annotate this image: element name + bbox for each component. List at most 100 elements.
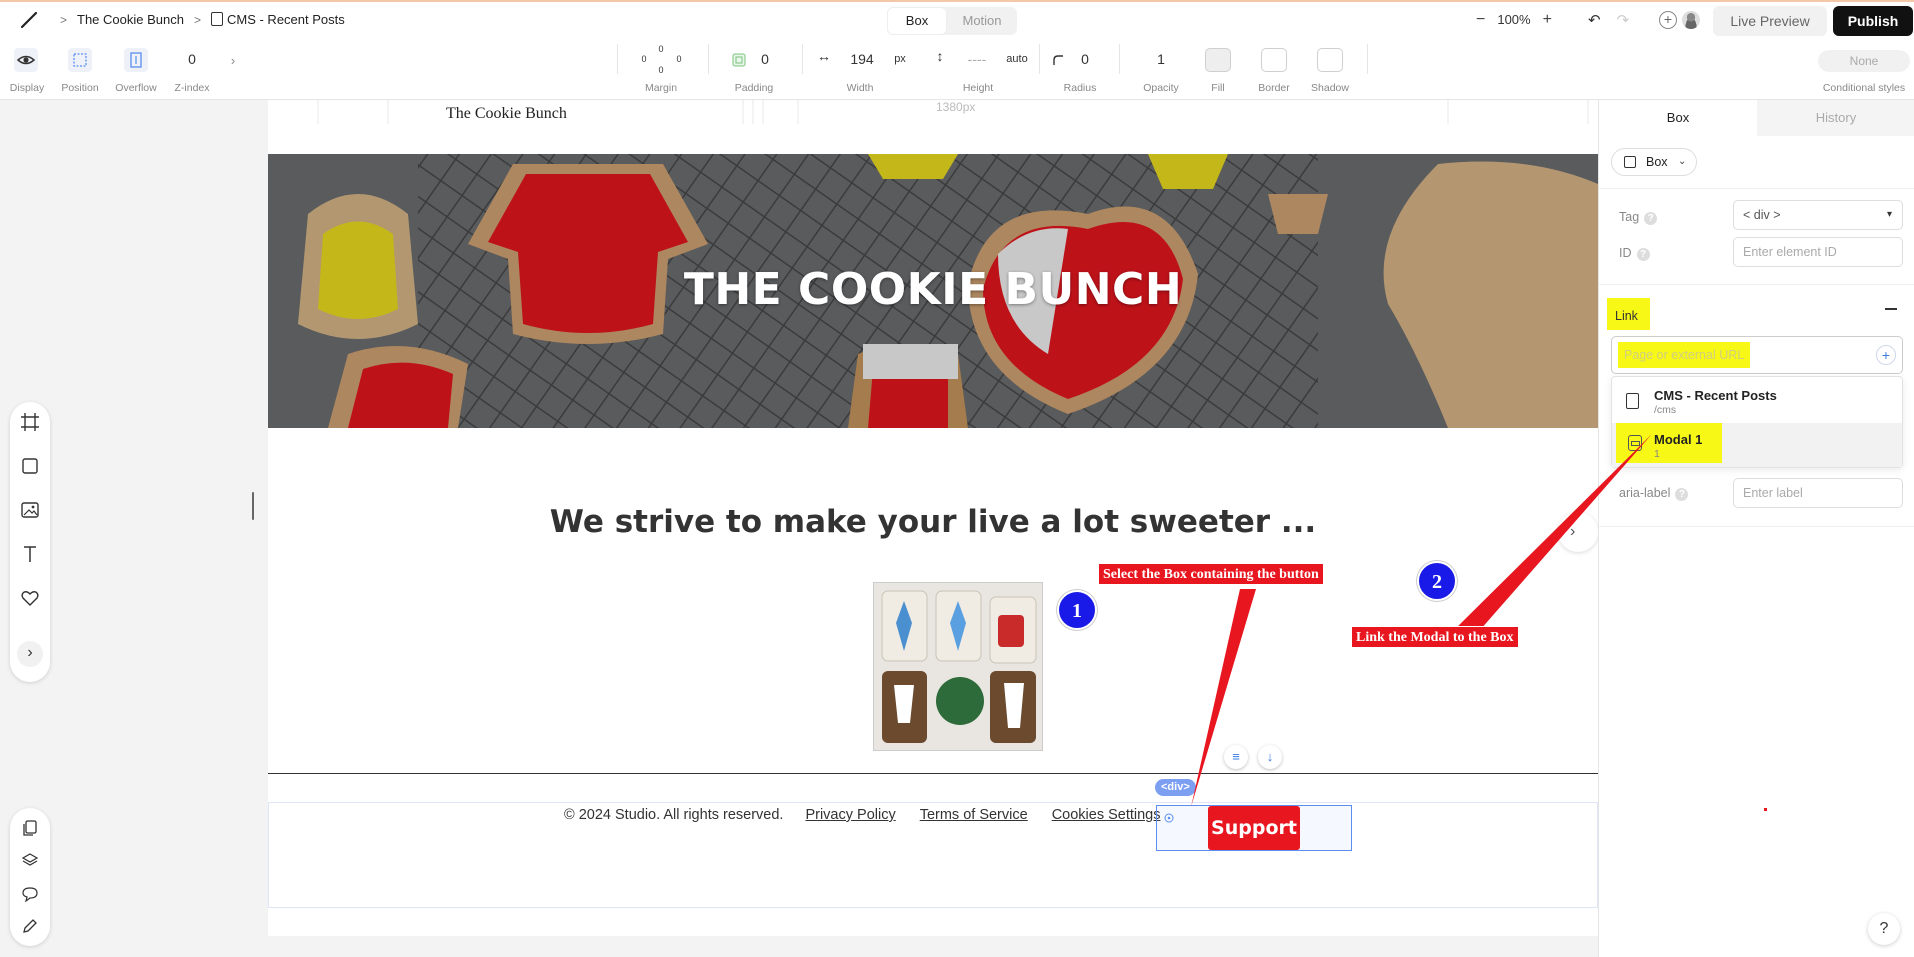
width-value[interactable]: 194 [850,51,873,67]
link-option-cms[interactable]: CMS - Recent Posts /cms [1612,379,1902,423]
breadcrumb-site[interactable]: The Cookie Bunch [77,12,184,27]
help-icon[interactable]: ? [1636,248,1650,261]
box-icon[interactable] [20,456,40,476]
position-label: Position [61,82,99,94]
divider [1599,526,1914,527]
step-1-label: Select the Box containing the button [1098,563,1324,585]
style-toolbar: Display Position Overflow 0 Z-index › 0 … [0,38,1914,100]
collapse-icon[interactable] [1885,308,1897,310]
tagline[interactable]: We strive to make your live a lot sweete… [268,504,1598,540]
edit-icon[interactable] [22,918,38,934]
divider [708,44,709,74]
overflow-label: Overflow [115,82,157,94]
help-icon[interactable]: ? [1675,488,1689,501]
hero-image[interactable]: THE COOKIE BUNCH [268,154,1598,428]
pen-logo-icon[interactable] [20,11,38,29]
margin-right[interactable]: 0 [676,54,681,64]
width-unit[interactable]: px [894,53,906,65]
layers-icon[interactable] [22,852,38,868]
chevron-right-icon[interactable]: › [1558,512,1598,552]
resize-handle[interactable] [252,492,254,520]
tab-motion[interactable]: Motion [947,7,1017,35]
element-id-input[interactable]: Enter element ID [1733,237,1903,267]
panel-tabs: Box History [1599,100,1914,136]
site-name[interactable]: The Cookie Bunch [446,105,567,123]
height-unit[interactable]: auto [1006,53,1027,65]
add-collaborator-icon[interactable]: + [1659,11,1677,29]
publish-button[interactable]: Publish [1833,6,1913,36]
zoom-in-button[interactable]: + [1543,11,1552,27]
eye-icon[interactable] [14,48,38,72]
chevron-right-icon: > [60,12,68,27]
text-icon[interactable] [20,544,40,564]
border-swatch[interactable] [1261,48,1287,72]
arrow-down-icon[interactable]: ↓ [1258,745,1282,769]
opacity-value[interactable]: 1 [1157,51,1165,67]
zoom-level[interactable]: 100% [1497,12,1530,27]
shadow-swatch[interactable] [1317,48,1343,72]
cookie-box-image[interactable] [873,582,1043,751]
page-icon [210,12,223,26]
caret-down-icon: ▾ [1886,209,1892,220]
expand-panel-button[interactable]: › [17,641,43,667]
chevron-right-icon[interactable]: › [231,53,235,68]
hero-title[interactable]: THE COOKIE BUNCH [268,264,1598,315]
tag-select[interactable]: < div > ▾ [1733,200,1903,230]
overflow-icon[interactable] [124,48,148,72]
aria-label-text: aria-label [1619,486,1671,500]
pages-icon[interactable] [22,820,38,836]
position-icon[interactable] [68,48,92,72]
terms-of-service-link[interactable]: Terms of Service [920,807,1028,823]
avatar[interactable] [1682,11,1700,29]
tab-box[interactable]: Box [887,7,947,35]
mode-tabs: Box Motion [887,7,1017,35]
tag-label-text: Tag [1619,210,1640,224]
live-preview-button[interactable]: Live Preview [1713,6,1827,36]
padding-value[interactable]: 0 [761,51,769,67]
element-actions: ≡ ↓ [1224,745,1282,769]
conditional-styles-label: Conditional styles [1822,82,1906,94]
frame-icon[interactable] [20,412,40,432]
comment-icon[interactable] [22,886,38,902]
breadcrumb: > The Cookie Bunch > CMS - Recent Posts [60,12,345,27]
divider [1039,44,1040,74]
selected-element-tag[interactable]: <div> [1155,779,1196,796]
radius-value[interactable]: 0 [1081,51,1089,67]
divider [802,44,803,74]
link-url-input[interactable]: Page or external URL + [1611,336,1903,374]
cookies-settings-link[interactable]: Cookies Settings [1052,807,1161,823]
zoom-out-button[interactable]: − [1476,11,1485,27]
z-index-value[interactable]: 0 [188,51,196,67]
tab-box[interactable]: Box [1599,100,1757,136]
height-value[interactable]: ---- [968,51,987,67]
help-button[interactable]: ? [1868,913,1900,945]
margin-left[interactable]: 0 [641,54,646,64]
margin-label: Margin [644,82,678,94]
margin-bottom[interactable]: 0 [658,65,663,75]
align-icon[interactable]: ≡ [1224,745,1248,769]
zoom-control: − 100% + [1476,11,1552,27]
footer-links: © 2024 Studio. All rights reserved. Priv… [564,807,1161,823]
undo-icon[interactable]: ↶ [1588,11,1601,29]
margin-top[interactable]: 0 [658,44,663,54]
breadcrumb-page[interactable]: CMS - Recent Posts [210,12,345,27]
border-label: Border [1258,82,1290,94]
aria-label-input[interactable]: Enter label [1733,478,1903,508]
tab-history[interactable]: History [1757,100,1914,136]
redo-icon[interactable]: ↷ [1617,11,1630,29]
footer-divider [268,773,1598,774]
support-button[interactable]: Support [1208,806,1300,850]
conditional-styles-button[interactable]: None [1818,50,1910,72]
design-canvas[interactable]: 1380px The Cookie Bunch THE COOKIE BUNCH… [268,100,1598,936]
image-icon[interactable] [20,500,40,520]
divider [1599,188,1914,189]
help-icon[interactable]: ? [1644,212,1658,225]
privacy-policy-link[interactable]: Privacy Policy [805,807,895,823]
link-option-modal[interactable]: Modal 1 1 [1612,423,1902,467]
radius-icon [1053,55,1063,65]
fill-swatch[interactable] [1205,48,1231,72]
heart-icon[interactable] [20,588,40,608]
padding-icon[interactable] [732,53,746,67]
element-type-select[interactable]: Box ⌄ [1611,148,1697,176]
add-link-button[interactable]: + [1876,345,1896,365]
